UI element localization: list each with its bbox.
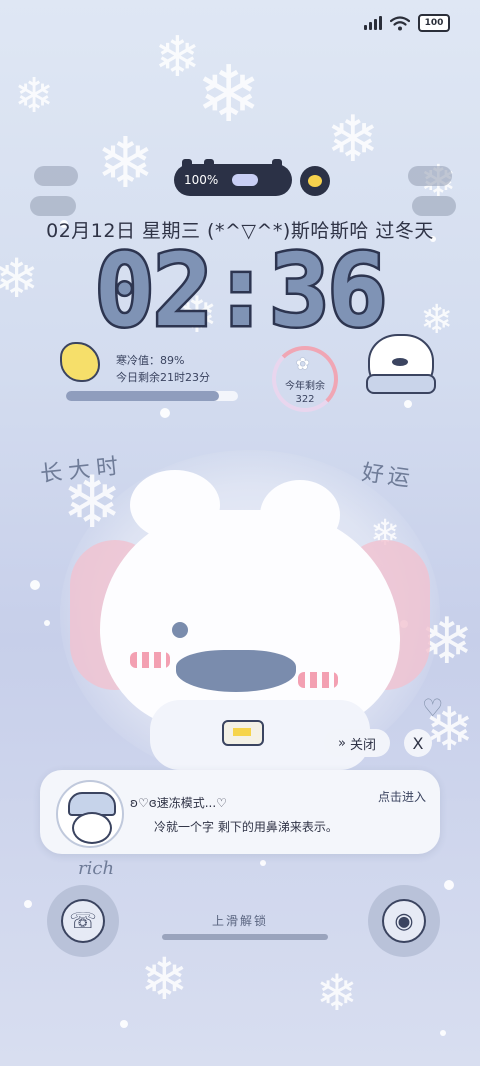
notification-card[interactable]: ʚ♡ɞ速冻模式...♡ 点击进入 冷就一个字 剩下的用鼻涕来表示。 [40, 770, 440, 854]
snowflake-icon: ❄ [326, 103, 380, 177]
snowflake-icon: ❄ [96, 122, 155, 204]
moon-icon[interactable] [300, 166, 330, 196]
bear-nose [176, 650, 296, 692]
swipe-to-unlock-label: 上滑解锁 [211, 914, 268, 928]
notification-title: ʚ♡ɞ速冻模式...♡ [130, 796, 227, 810]
heart-icon: ♡ [422, 694, 444, 722]
home-indicator[interactable] [162, 934, 328, 940]
status-bar: 100 [364, 14, 450, 32]
close-icon[interactable]: X [404, 729, 432, 757]
bear-mascot [100, 510, 400, 730]
snowflake-icon: ❄ [196, 50, 262, 140]
flower-icon: ✿ [296, 354, 310, 373]
snowflake-icon: ❄ [140, 945, 189, 1013]
cold-widget: 寒冷值：89% 今日剩余21时23分 [116, 352, 210, 386]
battery-percent-label: 100% [184, 173, 219, 187]
cold-value: 寒冷值：89% [116, 354, 185, 367]
notification-avatar [56, 780, 124, 848]
notification-action[interactable]: 点击进入 [378, 788, 426, 805]
decor-cloud-left-2 [30, 196, 76, 216]
wifi-icon [390, 15, 410, 30]
cold-progress-bar [66, 391, 238, 401]
year-label: 今年剩余 [285, 381, 325, 392]
remaining-today: 今日剩余21时23分 [116, 371, 210, 384]
close-button[interactable]: » 关闭 [324, 729, 390, 757]
toggle-indicator [232, 174, 259, 186]
clock: 02:36 [92, 230, 390, 352]
chevron-right-icon: » [338, 735, 346, 751]
cold-progress-fill [66, 391, 220, 401]
bear-blush-left [130, 652, 170, 668]
snowflake-icon: ❄ [14, 68, 55, 124]
bear-blush-right [298, 672, 338, 688]
year-value: 322 [295, 394, 315, 405]
bear-eye [172, 622, 188, 638]
year-widget: 今年剩余 322 [272, 380, 338, 406]
small-bear-sticker [366, 334, 436, 394]
bear-tag [222, 720, 264, 746]
decor-cloud-left [34, 166, 78, 186]
snowflake-icon: ❄ [316, 964, 358, 1022]
snowflake-icon: ❄ [154, 25, 201, 90]
decor-cloud-right-2 [412, 196, 456, 216]
battery-icon: 100 [418, 14, 450, 32]
handwriting-bottom: rich [78, 858, 115, 879]
signal-icon [364, 16, 382, 30]
notification-body: 冷就一个字 剩下的用鼻涕来表示。 [154, 820, 338, 834]
battery-pill-widget[interactable]: 100% [174, 159, 292, 196]
close-label: 关闭 [349, 737, 376, 753]
decor-cloud-right [408, 166, 452, 186]
